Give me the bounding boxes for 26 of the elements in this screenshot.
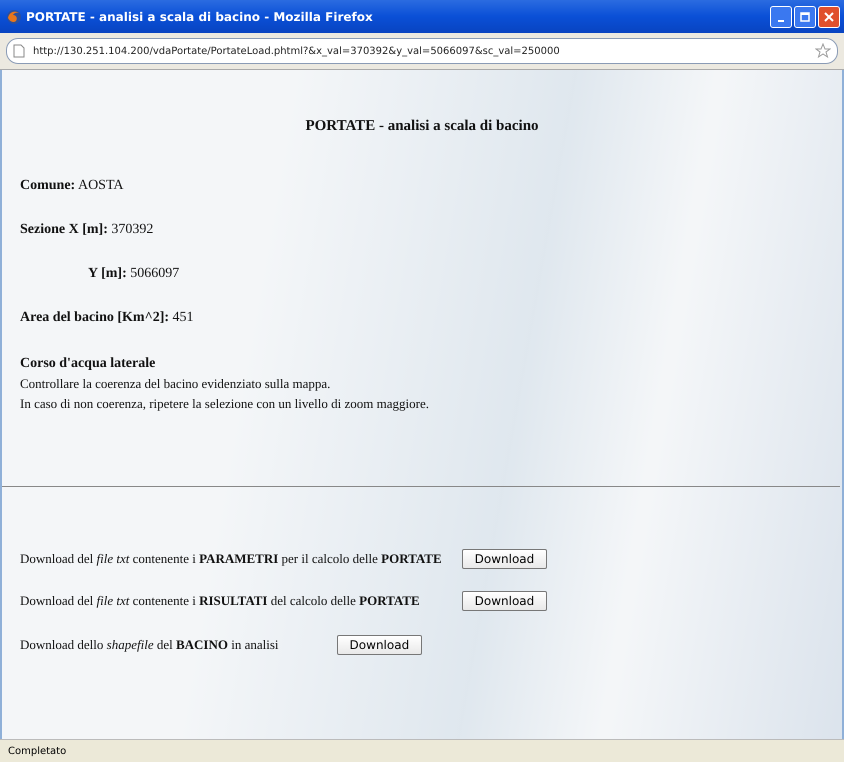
browser-logo-icon xyxy=(6,8,22,24)
download-description: Download dello shapefile del BACINO in analisi xyxy=(20,637,279,653)
notice-text: In caso di non coerenza, ripetere la selezione con un livello di zoom maggiore. xyxy=(20,395,430,413)
info-field: Sezione X [m]: 370392 xyxy=(20,222,824,238)
info-field: Area del bacino [Km^2]: 451 xyxy=(20,310,824,326)
window-title: PORTATE - analisi a scala di bacino - Mozilla Firefox xyxy=(26,10,374,24)
page-heading: PORTATE - analisi a scala di bacino xyxy=(304,118,540,135)
close-icon xyxy=(824,12,834,22)
download-button[interactable]: Download xyxy=(336,635,422,655)
minimize-icon xyxy=(778,20,784,22)
close-button[interactable] xyxy=(818,6,840,28)
info-field: Comune: AOSTA xyxy=(20,178,824,194)
download-description: Download del file txt contenente i PARAMETRI per il calcolo delle PORTATE xyxy=(20,551,442,567)
star-icon[interactable] xyxy=(815,43,831,59)
page-icon xyxy=(13,44,25,58)
address-field[interactable]: http://130.251.104.200/vdaPortate/PortateLoad.phtml?&x_val=370392&y_val=5066097&sc_val=250000 xyxy=(6,38,838,64)
notice-text: Controllare la coerenza del bacino evidenziato sulla mappa. xyxy=(20,375,332,393)
download-button[interactable]: Download xyxy=(462,591,548,611)
maximize-button[interactable] xyxy=(794,6,816,28)
maximize-icon xyxy=(800,12,810,22)
status-text: Completato xyxy=(8,746,66,756)
minimize-button[interactable] xyxy=(770,6,792,28)
info-field: Y [m]: 5066097 xyxy=(20,266,824,282)
download-button[interactable]: Download xyxy=(462,549,548,569)
download-description: Download del file txt contenente i RISULTATI del calcolo delle PORTATE xyxy=(20,593,421,609)
notice-title: Corso d'acqua laterale xyxy=(20,355,156,373)
